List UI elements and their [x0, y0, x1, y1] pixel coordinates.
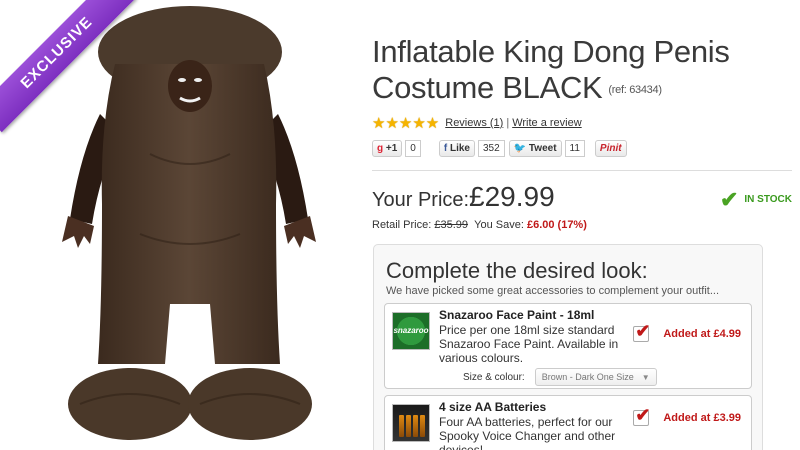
divider [372, 169, 792, 171]
exclusive-label: EXCLUSIVE [0, 0, 137, 133]
rating-row: ★★★★★ Reviews (1) | Write a review [372, 114, 792, 132]
product-ref: (ref: 63434) [608, 83, 662, 96]
product-info: Inflatable King Dong Penis Costume BLACK… [372, 0, 792, 450]
complete-look-panel: Complete the desired look: We have picke… [373, 244, 763, 450]
stock-status: ✔ IN STOCK [719, 186, 792, 212]
complete-look-subtitle: We have picked some great accessories to… [386, 285, 720, 297]
added-price-label: Added at £4.99 [663, 328, 741, 340]
chevron-down-icon: ▼ [641, 372, 650, 382]
facebook-like-button[interactable]: f Like [438, 140, 475, 158]
accessory-option: Size & colour: Brown - Dark One Size ▼ [463, 368, 657, 386]
star-rating-icon: ★★★★★ [372, 114, 440, 132]
complete-look-title: Complete the desired look: [386, 258, 648, 283]
product-title-text: Inflatable King Dong Penis Costume BLACK [372, 34, 730, 105]
accessory-description: Price per one 18ml size standard Snazaro… [439, 323, 619, 365]
retail-row: Retail Price: £35.99 You Save: £6.00 (17… [372, 219, 792, 231]
product-image[interactable]: EXCLUSIVE [0, 0, 360, 450]
tweet-label: Tweet [528, 143, 557, 155]
you-save-label: You Save: [474, 218, 524, 231]
google-plus-label: +1 [385, 143, 398, 155]
your-price-label: Your Price: [372, 188, 470, 211]
retail-price-label: Retail Price: [372, 218, 432, 231]
twitter-icon: 🐦 [513, 143, 527, 155]
stock-label: IN STOCK [744, 194, 792, 206]
accessory-checkbox[interactable]: ✔ [633, 405, 650, 426]
facebook-like-label: Like [449, 143, 470, 155]
rating-separator: | [506, 116, 510, 129]
checkmark-icon: ✔ [719, 186, 739, 212]
accessory-added: ✔ Added at £4.99 [633, 321, 741, 342]
exclusive-ribbon: EXCLUSIVE [0, 0, 140, 140]
google-plus-button[interactable]: g +1 [372, 140, 403, 158]
size-colour-value: Brown - Dark One Size [541, 372, 634, 382]
accessory-name[interactable]: Snazaroo Face Paint - 18ml [439, 308, 594, 322]
accessory-added: ✔ Added at £3.99 [633, 405, 741, 426]
accessory-item: 4 size AA Batteries Four AA batteries, p… [384, 395, 752, 450]
price-value: £29.99 [469, 180, 555, 212]
google-plus-count: 0 [405, 140, 421, 158]
accessory-name[interactable]: 4 size AA Batteries [439, 400, 546, 414]
size-colour-label: Size & colour: [463, 371, 525, 383]
size-colour-select[interactable]: Brown - Dark One Size ▼ [534, 368, 657, 386]
face-paint-thumbnail[interactable]: snazaroo [392, 312, 430, 350]
retail-price-value: £35.99 [434, 218, 469, 231]
check-icon: ✔ [635, 405, 651, 425]
google-plus-icon: g [377, 143, 384, 155]
tweet-button[interactable]: 🐦 Tweet [508, 140, 562, 158]
product-title: Inflatable King Dong Penis Costume BLACK… [372, 34, 792, 108]
social-share-row: g +1 0 f Like 352 🐦 Tweet 11 Pinit [372, 140, 792, 158]
tweet-count: 11 [564, 140, 585, 158]
check-icon: ✔ [635, 321, 651, 341]
accessory-description: Four AA batteries, perfect for our Spook… [439, 415, 616, 450]
facebook-like-count: 352 [478, 140, 505, 158]
batteries-thumbnail[interactable] [392, 404, 430, 442]
facebook-icon: f [443, 143, 448, 155]
face-paint-thumb-text: snazaroo [393, 326, 429, 335]
write-review-link[interactable]: Write a review [512, 117, 581, 129]
you-save-value: £6.00 (17%) [526, 218, 587, 231]
pinterest-button[interactable]: Pinit [594, 140, 627, 158]
accessory-item: snazaroo Snazaroo Face Paint - 18ml Pric… [384, 303, 752, 389]
reviews-link[interactable]: Reviews (1) [445, 117, 503, 129]
price-row: Your Price: £29.99 ✔ IN STOCK [372, 180, 792, 217]
added-price-label: Added at £3.99 [663, 412, 741, 424]
accessory-checkbox[interactable]: ✔ [633, 321, 650, 342]
